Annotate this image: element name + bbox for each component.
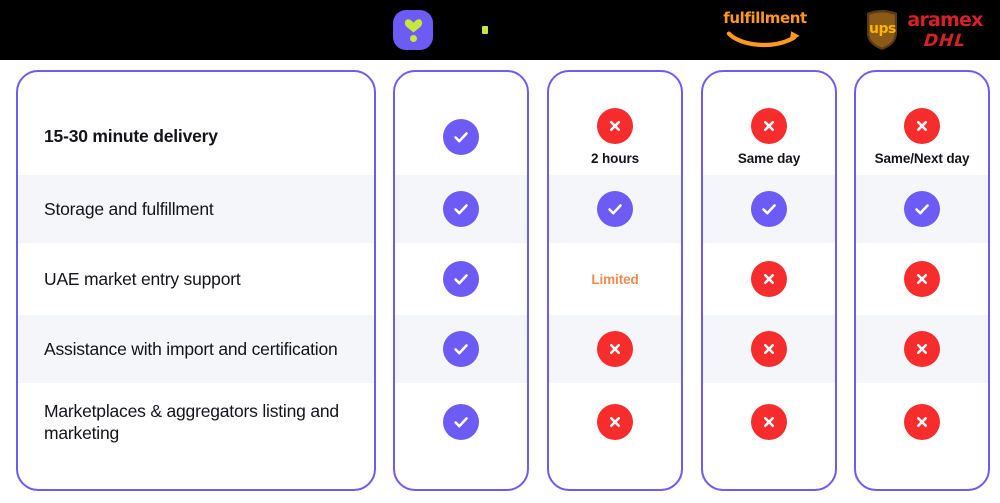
status-cell bbox=[856, 175, 988, 243]
feature-label: Marketplaces & aggregators listing and m… bbox=[44, 400, 339, 443]
amazon-fulfillment-logo: fulfillment bbox=[690, 0, 840, 60]
cross-circle-icon bbox=[904, 404, 940, 440]
status-cell bbox=[395, 98, 527, 175]
status-cell: Same day bbox=[703, 98, 835, 175]
status-cell bbox=[703, 243, 835, 315]
status-note: 2 hours bbox=[590, 150, 640, 166]
brand-column bbox=[393, 70, 529, 491]
status-cell: 2 hours bbox=[549, 98, 681, 175]
comparison-table-page: fulfillment ups aramex DHL 15-30 minute … bbox=[0, 0, 1000, 503]
brand-logo-mark bbox=[373, 0, 453, 60]
cross-circle-icon bbox=[751, 331, 787, 367]
amazon-smile-icon bbox=[726, 31, 800, 48]
feature-label: Assistance with import and certification bbox=[44, 338, 338, 359]
amazon-fulfillment-wordmark: fulfillment bbox=[723, 9, 807, 27]
brand-squircle-logo bbox=[393, 10, 433, 50]
feature-column: 15-30 minute delivery Storage and fulfill… bbox=[16, 70, 376, 491]
check-circle-icon bbox=[443, 331, 479, 367]
green-dot-icon bbox=[482, 26, 488, 34]
feature-label: Storage and fulfillment bbox=[44, 198, 214, 219]
status-note: Same day bbox=[737, 150, 801, 166]
cross-circle-icon bbox=[597, 331, 633, 367]
status-cell bbox=[549, 175, 681, 243]
ups-wordmark: ups bbox=[869, 21, 896, 37]
cross-circle-icon bbox=[597, 404, 633, 440]
check-circle-icon bbox=[443, 191, 479, 227]
status-cell: Same/Next day bbox=[856, 98, 988, 175]
cross-circle-icon bbox=[597, 107, 633, 144]
check-circle-icon bbox=[443, 261, 479, 297]
brand-heart-icon bbox=[404, 18, 423, 33]
check-circle-icon bbox=[443, 118, 479, 155]
status-cell bbox=[703, 315, 835, 383]
cross-circle-icon bbox=[904, 331, 940, 367]
status-cell bbox=[549, 315, 681, 383]
check-circle-icon bbox=[751, 191, 787, 227]
logo-header-band: fulfillment ups aramex DHL bbox=[0, 0, 1000, 60]
feature-label: UAE market entry support bbox=[44, 268, 241, 289]
status-cell bbox=[856, 243, 988, 315]
feature-label: 15-30 minute delivery bbox=[44, 126, 218, 147]
provider-4-column: Same/Next day bbox=[854, 70, 990, 491]
status-cell bbox=[395, 243, 527, 315]
status-cell bbox=[703, 175, 835, 243]
provider-2-column: 2 hours Limited bbox=[547, 70, 683, 491]
dhl-wordmark: DHL bbox=[922, 30, 968, 51]
check-circle-icon bbox=[597, 191, 633, 227]
aramex-wordmark: aramex bbox=[907, 8, 983, 31]
cross-circle-icon bbox=[751, 404, 787, 440]
status-cell: Limited bbox=[549, 243, 681, 315]
ups-logo: ups bbox=[865, 9, 899, 51]
status-cell bbox=[856, 315, 988, 383]
check-circle-icon bbox=[443, 404, 479, 440]
status-cell bbox=[703, 383, 835, 461]
status-cell bbox=[395, 175, 527, 243]
secondary-mark bbox=[455, 0, 515, 60]
check-circle-icon bbox=[904, 191, 940, 227]
courier-logos: ups aramex DHL bbox=[848, 0, 1000, 60]
cross-circle-icon bbox=[904, 107, 940, 144]
cross-circle-icon bbox=[904, 261, 940, 297]
status-note: Limited bbox=[591, 271, 639, 287]
status-cell bbox=[856, 383, 988, 461]
status-cell bbox=[549, 383, 681, 461]
cross-circle-icon bbox=[751, 261, 787, 297]
status-note: Same/Next day bbox=[874, 150, 970, 166]
brand-dot-icon bbox=[409, 34, 417, 42]
provider-3-column: Same day bbox=[701, 70, 837, 491]
status-cell bbox=[395, 315, 527, 383]
cross-circle-icon bbox=[751, 107, 787, 144]
status-cell bbox=[395, 383, 527, 461]
